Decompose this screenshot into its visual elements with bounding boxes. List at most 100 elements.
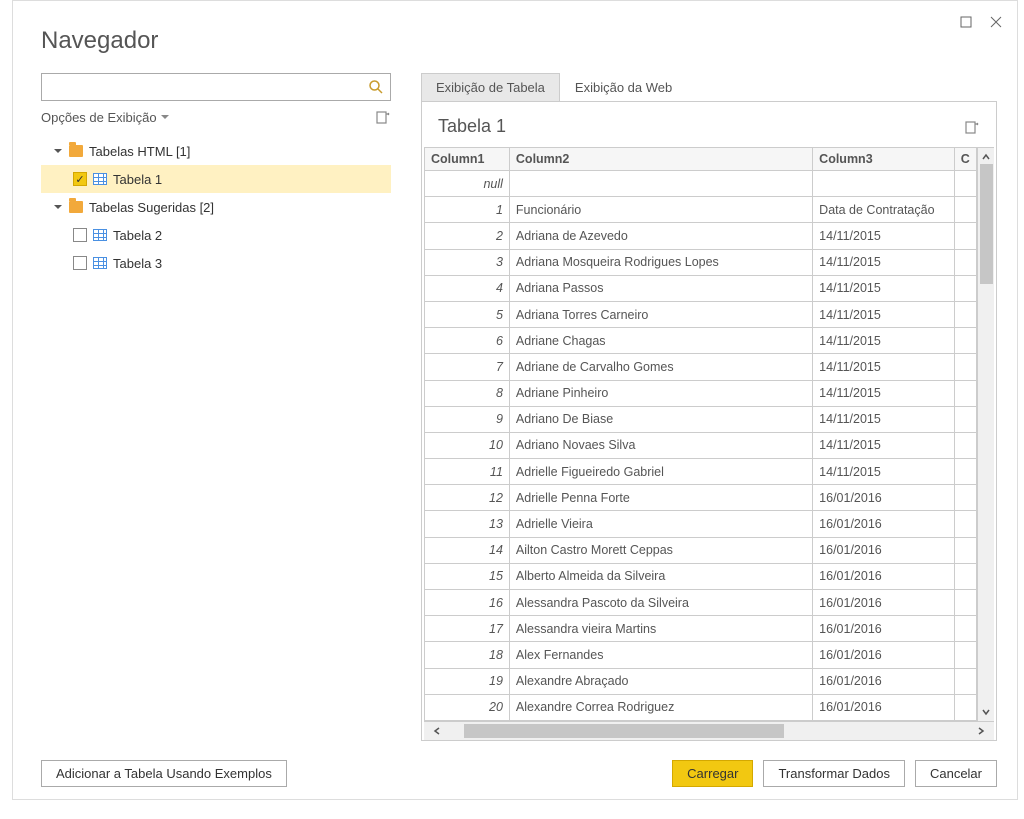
table-row[interactable]: null <box>425 171 977 197</box>
cell: 14/11/2015 <box>813 275 955 301</box>
col-header[interactable]: Column1 <box>425 148 510 171</box>
cell: 16/01/2016 <box>813 590 955 616</box>
col-header[interactable]: Column2 <box>509 148 812 171</box>
col-header-truncated[interactable]: C <box>954 148 976 171</box>
cell <box>954 616 976 642</box>
cell <box>954 275 976 301</box>
cell: 20 <box>425 694 510 720</box>
table-row[interactable]: 16Alessandra Pascoto da Silveira16/01/20… <box>425 590 977 616</box>
tree-group-html-tables[interactable]: Tabelas HTML [1] <box>41 137 391 165</box>
cell <box>954 432 976 458</box>
cell: 14/11/2015 <box>813 223 955 249</box>
table-row[interactable]: 6Adriane Chagas14/11/2015 <box>425 328 977 354</box>
search-input[interactable] <box>41 73 391 101</box>
table-row[interactable]: 20Alexandre Correa Rodriguez16/01/2016 <box>425 694 977 720</box>
tree-item-tabela-3[interactable]: Tabela 3 <box>41 249 391 277</box>
cell <box>954 694 976 720</box>
table-row[interactable]: 17Alessandra vieira Martins16/01/2016 <box>425 616 977 642</box>
horizontal-scrollbar[interactable] <box>424 722 994 740</box>
tree-item-tabela-2[interactable]: Tabela 2 <box>41 221 391 249</box>
cell: Ailton Castro Morett Ceppas <box>509 537 812 563</box>
right-panel: Exibição de Tabela Exibição da Web Tabel… <box>421 73 997 741</box>
table-row[interactable]: 1FuncionárioData de Contratação <box>425 197 977 223</box>
cell: 16/01/2016 <box>813 616 955 642</box>
load-button[interactable]: Carregar <box>672 760 753 787</box>
titlebar: Navegador <box>13 1 1017 55</box>
cell: Adrielle Figueiredo Gabriel <box>509 459 812 485</box>
cancel-button[interactable]: Cancelar <box>915 760 997 787</box>
tree-label: Tabelas Sugeridas [2] <box>89 200 214 215</box>
folder-icon <box>69 201 83 213</box>
close-icon[interactable] <box>987 13 1005 31</box>
cell <box>954 590 976 616</box>
scrollbar-thumb[interactable] <box>464 724 784 738</box>
preview: Tabela 1 Column1 Column2 Column3 C <box>421 101 997 741</box>
table-row[interactable]: 19Alexandre Abraçado16/01/2016 <box>425 668 977 694</box>
cell: 2 <box>425 223 510 249</box>
table-row[interactable]: 4Adriana Passos14/11/2015 <box>425 275 977 301</box>
cell: Funcionário <box>509 197 812 223</box>
cell <box>954 642 976 668</box>
cell: Adriana de Azevedo <box>509 223 812 249</box>
checkbox-icon[interactable] <box>73 256 87 270</box>
scroll-right-icon[interactable] <box>976 726 986 736</box>
table-row[interactable]: 15Alberto Almeida da Silveira16/01/2016 <box>425 563 977 589</box>
scrollbar-thumb[interactable] <box>980 164 993 284</box>
folder-icon <box>69 145 83 157</box>
add-table-examples-button[interactable]: Adicionar a Tabela Usando Exemplos <box>41 760 287 787</box>
cell: 7 <box>425 354 510 380</box>
table-row[interactable]: 12Adrielle Penna Forte16/01/2016 <box>425 485 977 511</box>
cell: 18 <box>425 642 510 668</box>
scroll-up-icon[interactable] <box>981 152 991 162</box>
display-options-dropdown[interactable]: Opções de Exibição <box>41 110 169 125</box>
cell: 14/11/2015 <box>813 328 955 354</box>
cell: 16 <box>425 590 510 616</box>
transform-data-button[interactable]: Transformar Dados <box>763 760 905 787</box>
cell: 14/11/2015 <box>813 406 955 432</box>
table-row[interactable]: 3Adriana Mosqueira Rodrigues Lopes14/11/… <box>425 249 977 275</box>
tree-label: Tabela 2 <box>113 228 162 243</box>
scroll-left-icon[interactable] <box>432 726 442 736</box>
cell: 17 <box>425 616 510 642</box>
table-row[interactable]: 7Adriane de Carvalho Gomes14/11/2015 <box>425 354 977 380</box>
cell: Adriano De Biase <box>509 406 812 432</box>
table-row[interactable]: 11Adrielle Figueiredo Gabriel14/11/2015 <box>425 459 977 485</box>
data-table: Column1 Column2 Column3 C null <box>424 148 977 721</box>
cell <box>954 328 976 354</box>
scroll-down-icon[interactable] <box>981 707 991 717</box>
cell: 14/11/2015 <box>813 432 955 458</box>
table-row[interactable]: 10Adriano Novaes Silva14/11/2015 <box>425 432 977 458</box>
col-header[interactable]: Column3 <box>813 148 955 171</box>
maximize-icon[interactable] <box>957 13 975 31</box>
cell: Alex Fernandes <box>509 642 812 668</box>
window-controls <box>957 9 1005 31</box>
cell: 11 <box>425 459 510 485</box>
tab-table-view[interactable]: Exibição de Tabela <box>421 73 560 101</box>
tab-web-view[interactable]: Exibição da Web <box>560 73 687 101</box>
vertical-scrollbar[interactable] <box>977 148 994 721</box>
cell: Alexandre Abraçado <box>509 668 812 694</box>
table-row[interactable]: 9Adriano De Biase14/11/2015 <box>425 406 977 432</box>
table-row[interactable]: 8Adriane Pinheiro14/11/2015 <box>425 380 977 406</box>
expander-icon <box>53 202 63 212</box>
checkbox-icon[interactable] <box>73 228 87 242</box>
cell: Data de Contratação <box>813 197 955 223</box>
cell <box>954 406 976 432</box>
table-row[interactable]: 2Adriana de Azevedo14/11/2015 <box>425 223 977 249</box>
refresh-icon[interactable] <box>375 109 391 125</box>
cell: 3 <box>425 249 510 275</box>
table-row[interactable]: 13Adrielle Vieira16/01/2016 <box>425 511 977 537</box>
tree-item-tabela-1[interactable]: ✓ Tabela 1 <box>41 165 391 193</box>
left-panel: Opções de Exibição Tabelas HTML [1] ✓ <box>41 73 391 741</box>
table-row[interactable]: 14Ailton Castro Morett Ceppas16/01/2016 <box>425 537 977 563</box>
cell: 15 <box>425 563 510 589</box>
tree-group-suggested-tables[interactable]: Tabelas Sugeridas [2] <box>41 193 391 221</box>
table-row[interactable]: 5Adriana Torres Carneiro14/11/2015 <box>425 301 977 327</box>
refresh-icon[interactable] <box>964 119 980 135</box>
checkbox-checked-icon[interactable]: ✓ <box>73 172 87 186</box>
cell <box>954 563 976 589</box>
table-row[interactable]: 18Alex Fernandes16/01/2016 <box>425 642 977 668</box>
cell: Alberto Almeida da Silveira <box>509 563 812 589</box>
cell: Adrielle Penna Forte <box>509 485 812 511</box>
cell: 5 <box>425 301 510 327</box>
